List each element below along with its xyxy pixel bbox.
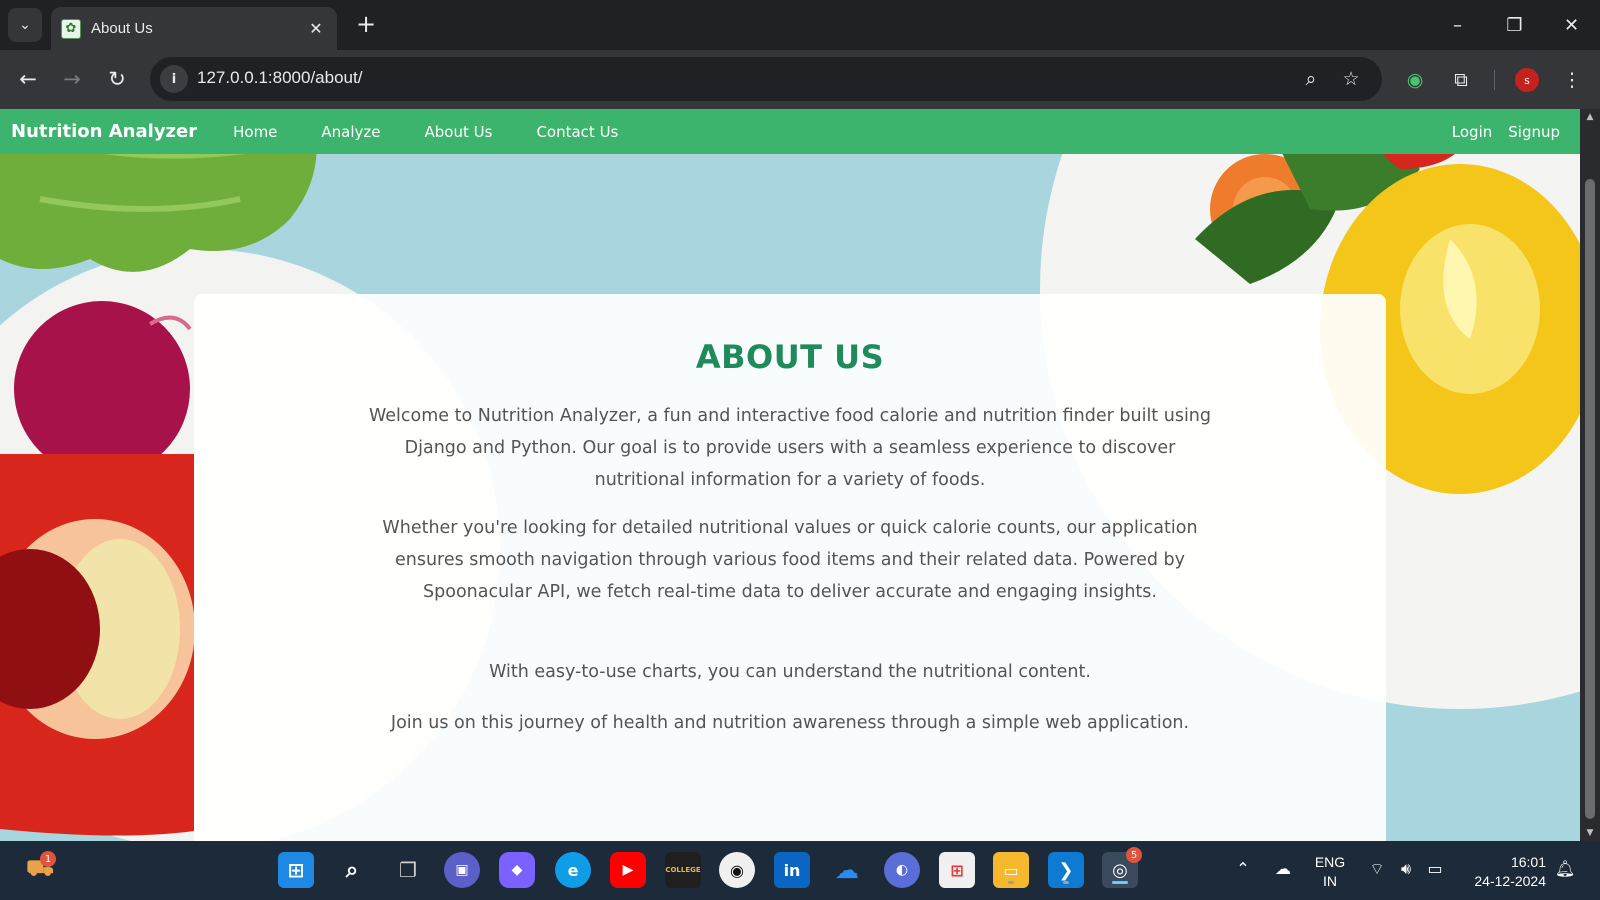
address-bar-url[interactable]: 127.0.0.1:8000/about/: [197, 68, 362, 88]
window-controls: – ❐ ✕: [1429, 0, 1600, 50]
address-bar[interactable]: i 127.0.0.1:8000/about/ ⌕ ☆: [150, 57, 1382, 101]
browser-tab-about-us[interactable]: ✿ About Us ✕: [51, 7, 337, 50]
about-paragraph-features: Whether you're looking for detailed nutr…: [382, 518, 1198, 602]
site-brand[interactable]: Nutrition Analyzer: [11, 121, 197, 142]
running-indicator: [1008, 881, 1014, 884]
battery-icon[interactable]: ▭: [1424, 859, 1446, 878]
windows-taskbar: ⛟ 1 ⊞ ⌕ ❐ ▣ ◆ e ▶ COLLEGE ◉ in ☁ ◐ ⊞ ▭ ❯…: [0, 841, 1600, 900]
restore-icon[interactable]: ❐: [1486, 0, 1543, 50]
site-navbar: Nutrition Analyzer Home Analyze About Us…: [0, 109, 1580, 154]
nav-link-analyze[interactable]: Analyze: [321, 123, 380, 141]
clock[interactable]: 16:01 24-12-2024: [1462, 853, 1546, 891]
region-code: IN: [1323, 873, 1337, 889]
clock-date: 24-12-2024: [1474, 873, 1546, 889]
about-paragraph-join: Join us on this journey of health and nu…: [390, 713, 1190, 733]
notification-count-badge: 1: [40, 851, 56, 867]
browser-tabstrip: ⌄ ✿ About Us ✕ + – ❐ ✕: [0, 0, 1600, 50]
file-explorer-icon[interactable]: ▭: [993, 852, 1029, 888]
login-link[interactable]: Login: [1452, 123, 1492, 141]
zoom-icon[interactable]: ⌕: [1298, 66, 1324, 92]
scroll-down-arrow-icon[interactable]: ▼: [1580, 825, 1600, 841]
toolbar-divider: [1494, 70, 1495, 90]
profile-avatar[interactable]: s: [1515, 68, 1539, 92]
language-code: ENG: [1314, 854, 1346, 870]
page-title: ABOUT US: [695, 338, 885, 376]
clock-time: 16:01: [1510, 854, 1546, 870]
edge-icon[interactable]: e: [555, 852, 591, 888]
nav-link-about-us[interactable]: About Us: [425, 123, 493, 141]
vscode-icon[interactable]: ❯: [1048, 852, 1084, 888]
favicon-icon: ✿: [61, 18, 81, 39]
onedrive-tray-icon[interactable]: ☁: [1272, 859, 1294, 878]
tab-close-icon[interactable]: ✕: [305, 19, 327, 38]
task-view-icon[interactable]: ❐: [390, 852, 426, 888]
copilot-icon[interactable]: ◆: [499, 852, 535, 888]
reload-icon[interactable]: ↻: [102, 64, 132, 94]
github-icon[interactable]: ◉: [719, 852, 755, 888]
back-arrow-icon[interactable]: ←: [13, 64, 43, 94]
microsoft-store-icon[interactable]: ⊞: [939, 852, 975, 888]
new-tab-plus-icon[interactable]: +: [352, 10, 380, 38]
linkedin-icon[interactable]: in: [774, 852, 810, 888]
youtube-icon[interactable]: ▶: [610, 852, 646, 888]
site-info-icon[interactable]: i: [160, 65, 188, 93]
forward-arrow-icon[interactable]: →: [57, 64, 87, 94]
windows-start-icon[interactable]: ⊞: [278, 852, 314, 888]
browser-menu-icon[interactable]: ⋮: [1557, 65, 1587, 95]
running-indicator: [1063, 881, 1069, 884]
extension-eye-icon[interactable]: ◉: [1400, 65, 1430, 95]
tab-title: About Us: [91, 20, 153, 37]
notification-bell-icon[interactable]: 🔔︎: [1554, 859, 1576, 878]
page-viewport: Nutrition Analyzer Home Analyze About Us…: [0, 109, 1580, 841]
auth-links: Login Signup: [1436, 109, 1560, 154]
teams-meeting-icon[interactable]: ◐: [884, 852, 920, 888]
minimize-icon[interactable]: –: [1429, 0, 1486, 50]
chrome-profile-badge: 5: [1126, 847, 1142, 863]
browser-toolbar: ← → ↻ i 127.0.0.1:8000/about/ ⌕ ☆ ◉ ⧉ s …: [0, 50, 1600, 109]
active-indicator: [1112, 881, 1128, 884]
about-paragraph-intro: Welcome to Nutrition Analyzer, a fun and…: [369, 406, 1211, 490]
teams-chat-icon[interactable]: ▣: [444, 852, 480, 888]
extensions-puzzle-icon[interactable]: ⧉: [1446, 65, 1476, 95]
nav-link-contact-us[interactable]: Contact Us: [536, 123, 618, 141]
scroll-up-arrow-icon[interactable]: ▲: [1580, 109, 1600, 125]
scrollbar-thumb[interactable]: [1585, 179, 1595, 819]
about-card: ABOUT US Welcome to Nutrition Analyzer, …: [194, 294, 1386, 841]
nav-link-home[interactable]: Home: [233, 123, 277, 141]
volume-icon[interactable]: 🔊︎: [1395, 859, 1417, 879]
wifi-icon[interactable]: ⌔: [1366, 859, 1388, 879]
page-scrollbar[interactable]: ▲ ▼: [1580, 109, 1600, 841]
search-icon[interactable]: ⌕: [334, 852, 370, 888]
bookmark-star-icon[interactable]: ☆: [1338, 66, 1364, 92]
close-window-icon[interactable]: ✕: [1543, 0, 1600, 50]
signup-link[interactable]: Signup: [1508, 123, 1560, 141]
college-app-icon[interactable]: COLLEGE: [665, 852, 701, 888]
onedrive-icon[interactable]: ☁: [829, 852, 865, 888]
about-paragraph-charts: With easy-to-use charts, you can underst…: [489, 662, 1091, 682]
language-indicator[interactable]: ENG IN: [1310, 853, 1350, 891]
show-hidden-icons-chevron-icon[interactable]: ⌃: [1232, 859, 1254, 878]
tab-search-chevron-icon[interactable]: ⌄: [8, 8, 42, 42]
